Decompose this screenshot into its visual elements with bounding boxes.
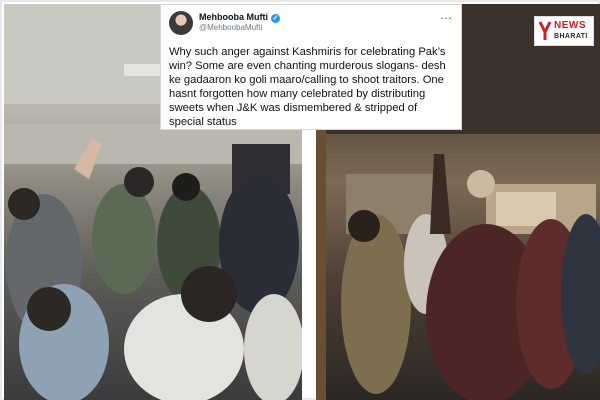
tweet-header: Mehbooba Mufti ✓ @MehboobaMufti ⋯ xyxy=(169,11,453,37)
author-handle[interactable]: @MehboobaMufti xyxy=(199,23,262,32)
verified-badge-icon: ✓ xyxy=(271,14,280,23)
author-avatar[interactable] xyxy=(169,11,193,35)
more-options-icon[interactable]: ⋯ xyxy=(440,11,453,25)
news-bharati-logo: NEWS BHARATI xyxy=(534,16,594,46)
logo-mark-icon xyxy=(538,21,552,40)
tweet-card: Mehbooba Mufti ✓ @MehboobaMufti ⋯ Why suc… xyxy=(160,4,462,130)
image-frame: NEWS BHARATI Mehbooba Mufti ✓ @MehboobaMu… xyxy=(0,0,600,400)
author-name[interactable]: Mehbooba Mufti ✓ xyxy=(199,12,280,23)
logo-text-news: NEWS xyxy=(554,20,586,31)
tweet-text: Why such anger against Kashmiris for cel… xyxy=(169,46,446,128)
logo-text-bharati: BHARATI xyxy=(554,33,588,40)
author-name-text: Mehbooba Mufti xyxy=(199,12,268,22)
